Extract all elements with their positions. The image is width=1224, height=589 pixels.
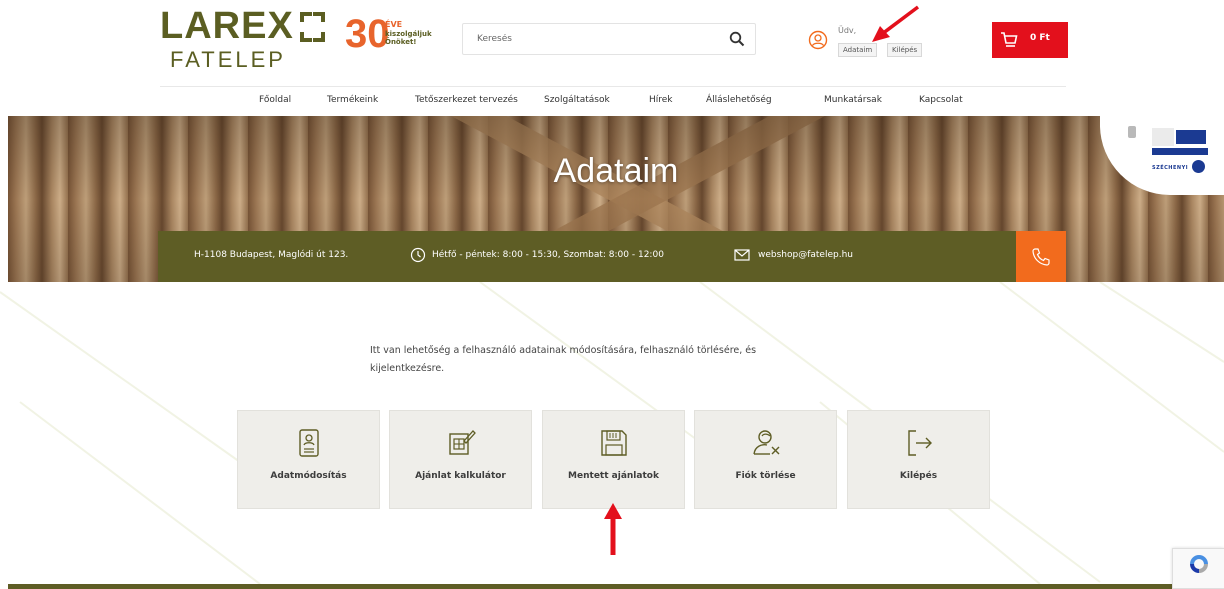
card-delete-account[interactable]: Fiók törlése	[694, 410, 837, 509]
card-label: Mentett ajánlatok	[568, 471, 659, 481]
user-greeting: Üdv,	[838, 26, 857, 35]
nav-item-roof-design[interactable]: Tetőszerkezet tervezés	[415, 95, 518, 105]
user-remove-icon	[750, 427, 782, 459]
site-header: LAREX FATELEP 30 ÉVE kiszolgáljuk Önöket…	[0, 0, 1224, 86]
main-nav: Főoldal Termékeink Tetőszerkezet tervezé…	[0, 87, 1224, 115]
clock-icon	[410, 247, 426, 263]
opening-hours-text: Hétfő - péntek: 8:00 - 15:30, Szombat: 8…	[432, 250, 664, 260]
recaptcha-badge[interactable]	[1172, 548, 1224, 589]
anniversary-number: 30	[345, 12, 390, 56]
anniversary-slogan: kiszolgáljuk Önöket!	[385, 30, 432, 46]
card-saved-offers[interactable]: Mentett ajánlatok	[542, 410, 685, 509]
card-label: Adatmódosítás	[270, 471, 347, 481]
search-input[interactable]	[463, 24, 723, 54]
logo-text: LAREX	[160, 5, 294, 47]
mail-icon	[734, 247, 750, 263]
nav-item-staff[interactable]: Munkatársak	[824, 95, 882, 105]
nav-item-contact[interactable]: Kapcsolat	[919, 95, 963, 105]
card-edit-profile[interactable]: Adatmódosítás	[237, 410, 380, 509]
search-box	[462, 23, 756, 55]
eu-flag-icon	[1176, 130, 1206, 144]
phone-button[interactable]	[1016, 231, 1066, 282]
annotation-arrow-up	[603, 503, 623, 555]
page-title: Adataim	[553, 152, 679, 190]
logout-icon	[903, 427, 935, 459]
card-label: Fiók törlése	[735, 471, 796, 481]
user-circle-icon[interactable]	[808, 30, 828, 50]
floppy-disk-icon	[598, 427, 630, 459]
card-offer-calculator[interactable]: Ajánlat kalkulátor	[389, 410, 532, 509]
cart-total: 0 Ft	[1030, 33, 1050, 43]
search-icon[interactable]	[729, 31, 745, 47]
szechenyi-pin-icon	[1192, 160, 1205, 173]
larex-logo[interactable]: LAREX FATELEP	[160, 6, 325, 78]
recaptcha-icon	[1188, 553, 1210, 575]
logo-subtext: FATELEP	[170, 47, 286, 72]
anniversary-badge: 30 ÉVE kiszolgáljuk Önöket!	[345, 12, 432, 58]
anniversary-eve: ÉVE	[385, 20, 403, 29]
cart-icon	[999, 30, 1019, 50]
card-logout[interactable]: Kilépés	[847, 410, 990, 509]
account-button[interactable]: Adataim	[838, 43, 878, 57]
logout-button[interactable]: Kilépés	[887, 43, 923, 57]
email-link[interactable]: webshop@fatelep.hu	[758, 250, 853, 260]
nav-item-services[interactable]: Szolgáltatások	[544, 95, 610, 105]
szechenyi-label: SZÉCHENYI	[1152, 165, 1189, 171]
profile-document-icon	[293, 427, 325, 459]
intro-text: Itt van lehetőség a felhasználó adataina…	[370, 345, 757, 374]
calculator-edit-icon	[445, 427, 477, 459]
phone-icon	[1032, 248, 1050, 266]
card-label: Ajánlat kalkulátor	[415, 471, 506, 481]
anniversary-line1: kiszolgáljuk	[385, 30, 432, 38]
address-text: H-1108 Budapest, Maglódi út 123.	[194, 250, 349, 260]
hungary-crest-icon	[1128, 126, 1136, 138]
cart-button[interactable]: 0 Ft	[992, 22, 1068, 58]
card-label: Kilépés	[899, 471, 938, 481]
annotation-arrow-diagonal	[868, 4, 922, 44]
nav-item-news[interactable]: Hírek	[649, 95, 673, 105]
eu-strip	[1152, 148, 1208, 155]
logo-bracket-icon	[299, 12, 325, 42]
footer-bar	[8, 584, 1224, 589]
nav-item-jobs[interactable]: Álláslehetőség	[706, 95, 772, 105]
contact-info-bar: H-1108 Budapest, Maglódi út 123. Hétfő -…	[158, 231, 1066, 282]
nav-item-products[interactable]: Termékeink	[327, 95, 378, 105]
nav-item-home[interactable]: Főoldal	[259, 95, 291, 105]
anniversary-line2: Önöket!	[385, 38, 417, 46]
eu-text-block	[1152, 128, 1174, 146]
